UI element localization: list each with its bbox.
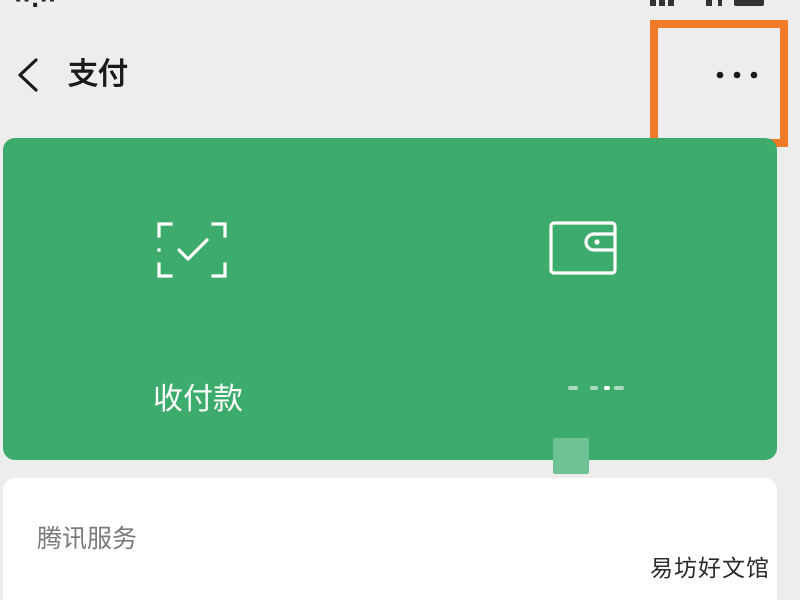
scan-check-icon — [157, 222, 227, 278]
page-title: 支付 — [68, 57, 128, 92]
back-button[interactable] — [8, 52, 48, 98]
watermark: 易坊好文馆 — [650, 556, 770, 582]
navigation-bar: 支付 — [0, 30, 800, 120]
more-horizontal-icon — [716, 71, 758, 79]
pay-receive-label: 收付款 — [153, 382, 243, 417]
pay-receive-button[interactable]: 收付款 — [123, 208, 273, 417]
section-title: 腾讯服务 — [37, 524, 138, 553]
wallet-icon — [549, 221, 617, 275]
payment-card: 收付款 — [3, 138, 777, 474]
wallet-button[interactable] — [508, 208, 658, 474]
more-button[interactable] — [706, 60, 766, 90]
status-time: ··:·· — [14, 0, 57, 13]
wallet-balance-redacted — [553, 438, 589, 474]
wallet-label-redacted — [568, 386, 628, 392]
status-icons — [650, 0, 770, 6]
chevron-left-icon — [18, 58, 38, 92]
status-bar: ··:·· — [0, 0, 800, 18]
